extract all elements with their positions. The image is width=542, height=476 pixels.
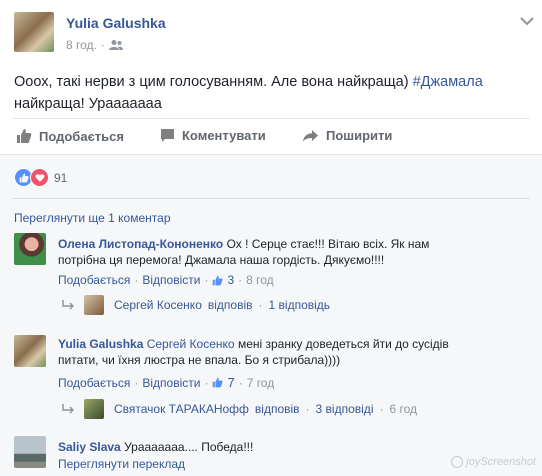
friends-icon [108,40,123,50]
dot-separator: · [134,375,139,390]
comment-meta-1: Подобається · Відповісти · 3 · 8 год [58,273,274,287]
hashtag-link[interactable]: #Джамала [413,74,483,90]
comments-area-bg [0,154,542,476]
comment-time-2[interactable]: 7 год [247,376,275,390]
commenter-avatar-olena[interactable] [14,233,46,265]
dot-separator: · [238,375,243,390]
reply-summary-name-2: Святачок ТАРАКАНофф [114,402,249,416]
comment-author-3[interactable]: Saliy Slava [58,440,121,454]
dot-separator: · [305,402,310,416]
thumbs-up-icon [213,377,223,388]
view-more-comments-link[interactable]: Переглянути ще 1 коментар [14,211,171,225]
post-time-label: 8 год. [66,38,97,52]
actions-divider-top [12,118,530,119]
dot-separator: · [238,273,243,287]
like-button[interactable]: Подобається [16,128,124,144]
comment-body-2: Yulia Galushka Сергей Косенко мені зранк… [58,336,488,368]
reactions-divider [12,198,530,199]
comment-mention-2[interactable]: Сергей Косенко [147,337,235,351]
dot-separator: · [258,298,263,312]
comment-icon [161,129,174,142]
comment-author-1[interactable]: Олена Листопад-Кононенко [58,237,223,251]
dot-separator: · [134,273,139,287]
dot-separator: · [204,375,209,390]
dot-separator: · [204,273,209,287]
comment-like-link-1[interactable]: Подобається [58,273,130,287]
comment-meta-2: Подобається · Відповісти · 7 · 7 год [58,375,274,390]
comment-body-1: Олена Листопад-Кононенко Ох ! Серце стає… [58,236,478,268]
post-time[interactable]: 8 год. · [66,38,123,52]
watermark-text: joyScreenshot [466,456,536,468]
post-text: Ооох, такі нерви з цим голосуванням. Але… [14,71,534,115]
chevron-down-icon[interactable] [520,16,534,26]
share-label: Поширити [326,128,393,143]
post-author-name[interactable]: Yulia Galushka [66,15,166,31]
like-label: Подобається [39,128,124,144]
comment-time-1[interactable]: 8 год [246,273,274,287]
comment-likes-count-2[interactable]: 7 [227,375,234,390]
dot-separator: · [100,38,105,52]
comment-label: Коментувати [182,128,266,143]
love-reaction-icon [30,168,49,187]
commenter-avatar-saliy[interactable] [14,436,46,468]
watermark-logo-icon [451,456,464,468]
dot-separator: · [379,402,384,416]
replier-avatar-svyatachok [84,399,104,419]
reactions-summary[interactable]: 91 [14,168,67,187]
post-author-avatar[interactable] [14,12,54,52]
watermark: joyScreenshot [451,456,536,468]
replier-avatar-sergey [84,295,104,315]
comment-button[interactable]: Коментувати [160,128,266,143]
post-text-line2: найкраща! Урааааааа [14,96,162,112]
comment-text-3: Урааааааа.... Победа!!! [124,440,254,454]
translate-link[interactable]: Переглянути переклад [58,457,185,471]
comment-like-link-2[interactable]: Подобається [58,376,130,390]
comment-reply-link-2[interactable]: Відповісти [142,376,200,390]
reply-summary-2[interactable]: Святачок ТАРАКАНофф відповів · 3 відпові… [62,399,417,419]
reply-summary-name-1: Сергей Косенко [114,298,202,312]
thumbs-up-icon [213,275,223,285]
share-button[interactable]: Поширити [302,128,392,143]
reply-arrow-icon [62,300,74,310]
commenter-avatar-yulia[interactable] [14,335,46,367]
reactions-count: 91 [54,170,68,185]
reply-summary-action-2: відповів [254,402,300,416]
share-icon [303,129,318,142]
reply-summary-time-2: 6 год [389,402,418,416]
actions-divider-bottom [0,154,542,155]
post-text-part1: Ооох, такі нерви з цим голосуванням. Але… [14,74,409,90]
reply-arrow-icon [62,404,74,414]
reply-summary-action-1: відповів [207,298,253,312]
reply-summary-1[interactable]: Сергей Косенко відповів · 1 відповідь [62,295,330,315]
comment-likes-count-1[interactable]: 3 [227,273,234,287]
comment-author-2[interactable]: Yulia Galushka [58,337,143,351]
reply-summary-count-1: 1 відповідь [268,298,331,312]
thumbs-up-icon [17,129,32,143]
comment-reply-link-1[interactable]: Відповісти [142,273,200,287]
comment-body-3: Saliy Slava Урааааааа.... Победа!!! [58,439,488,455]
reply-summary-count-2: 3 відповіді [315,402,374,416]
